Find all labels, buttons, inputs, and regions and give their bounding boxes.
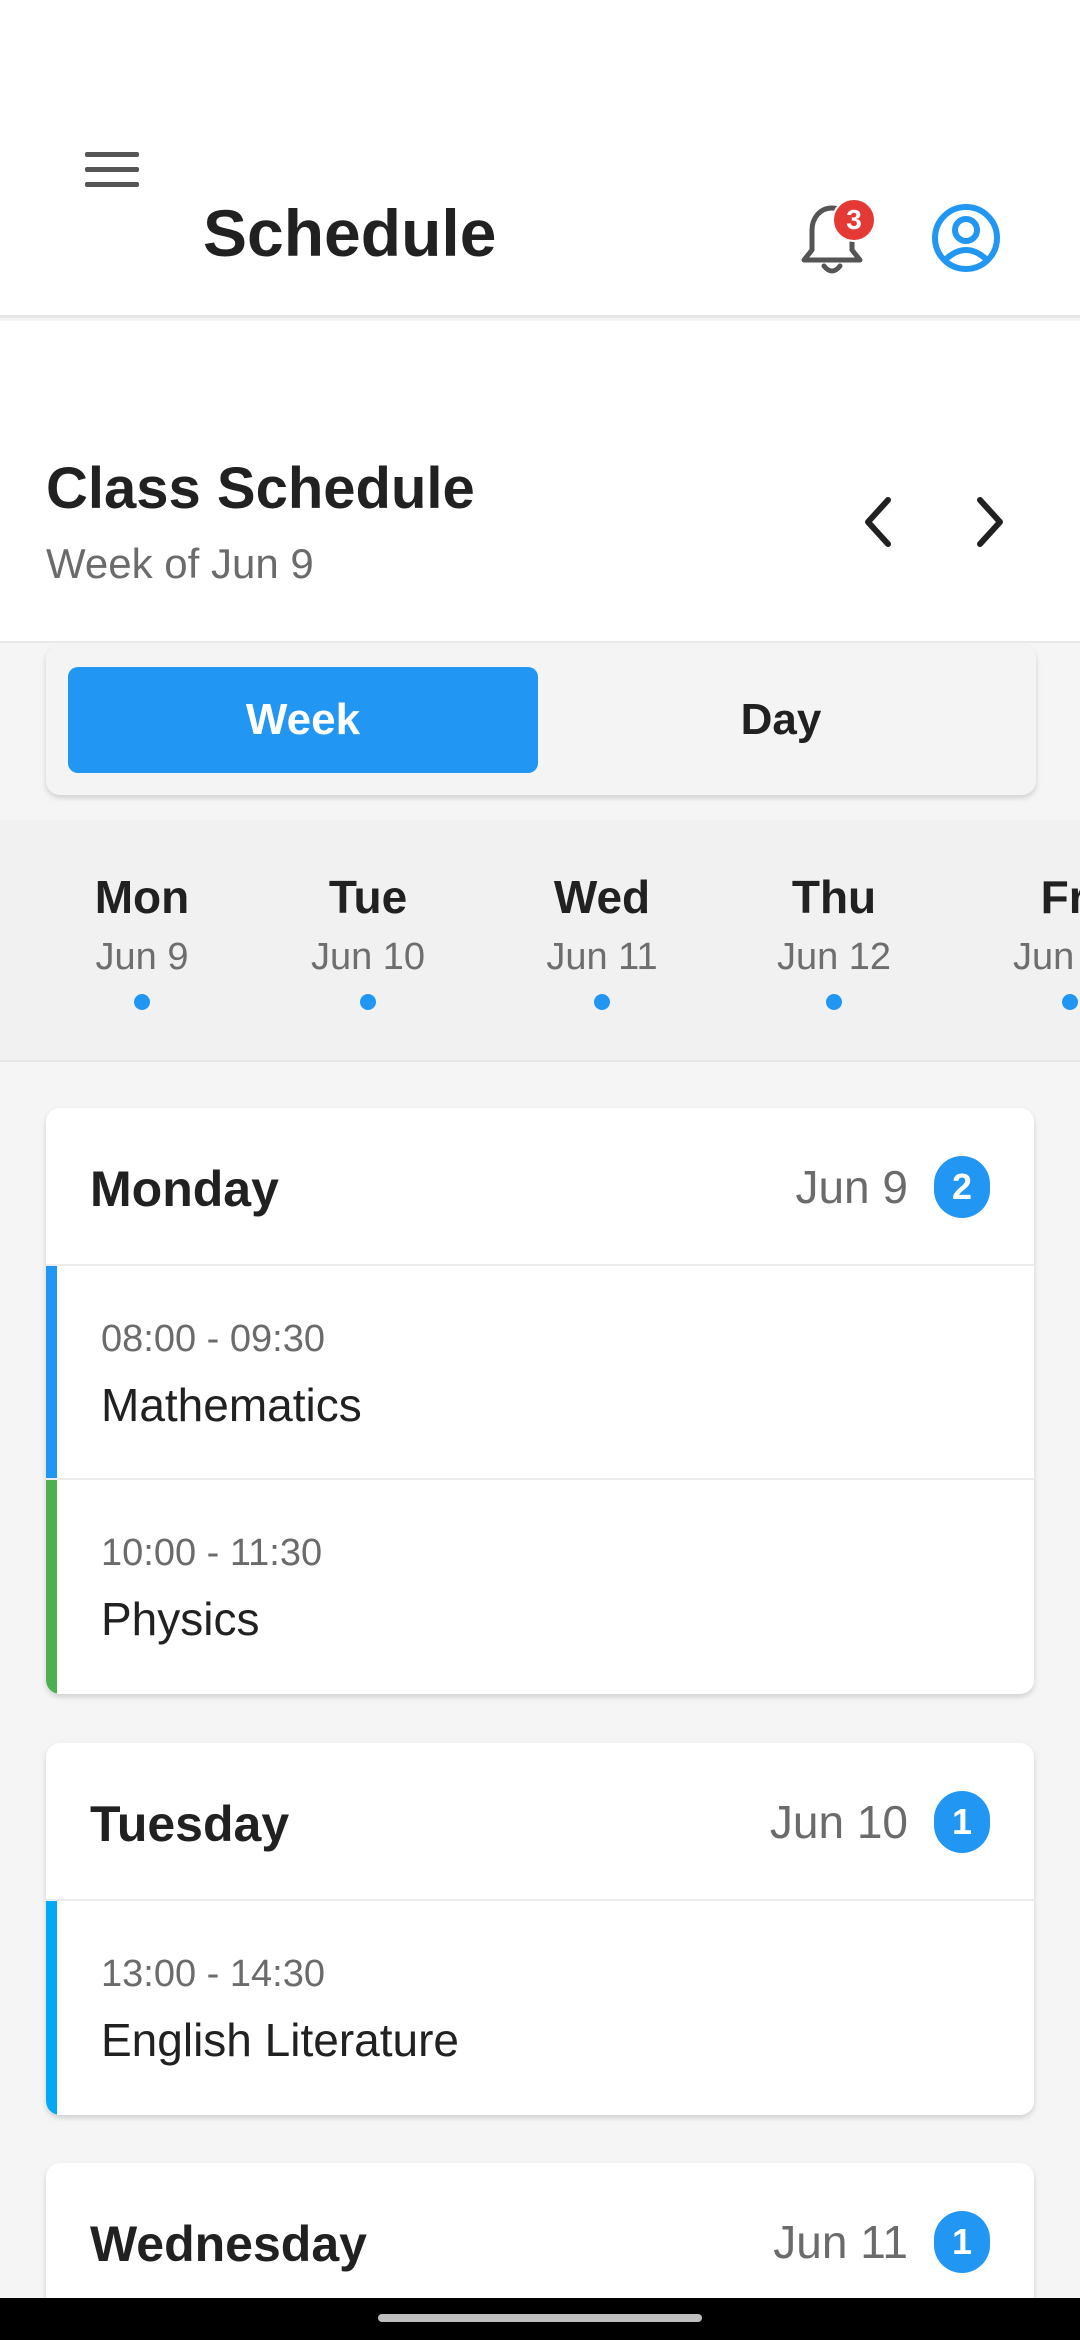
class-count-badge: 1 <box>934 2211 990 2273</box>
day-card-tuesday: Tuesday Jun 10 1 13:00 - 14:30 English L… <box>46 1743 1034 2115</box>
class-color-bar <box>46 1901 57 2115</box>
class-item[interactable]: 10:00 - 11:30 Physics <box>46 1480 1034 1694</box>
class-item[interactable]: 08:00 - 09:30 Mathematics <box>46 1266 1034 1480</box>
chevron-right-icon <box>977 497 1003 547</box>
day-selector-wed[interactable]: Wed Jun 11 <box>512 870 692 1010</box>
view-toggle: Week Day <box>46 645 1036 795</box>
day-date: Jun 10 <box>310 936 426 978</box>
status-bar <box>0 0 1080 78</box>
day-card-title: Monday <box>90 1161 279 1217</box>
class-time: 13:00 - 14:30 <box>101 1953 325 1995</box>
event-indicator-dot <box>134 994 150 1010</box>
day-view-button[interactable]: Day <box>546 667 1016 773</box>
page-title: Schedule <box>203 196 497 270</box>
next-week-button[interactable] <box>962 486 1018 558</box>
class-count-badge: 1 <box>934 1791 990 1853</box>
day-card-wednesday: Wednesday Jun 11 1 <box>46 2163 1034 2298</box>
day-date: Jun 9 <box>95 936 189 978</box>
menu-button[interactable] <box>80 138 144 202</box>
day-name: Mon <box>94 871 190 923</box>
menu-icon <box>85 152 139 187</box>
event-indicator-dot <box>826 994 842 1010</box>
class-name: Physics <box>101 1593 260 1645</box>
day-card-date: Jun 9 <box>795 1161 908 1213</box>
class-item[interactable]: 13:00 - 14:30 English Literature <box>46 1901 1034 2115</box>
class-count-badge: 2 <box>934 1156 990 1218</box>
day-card-title: Wednesday <box>90 2216 367 2272</box>
class-color-bar <box>46 1266 57 1478</box>
app-bar <box>0 78 1080 318</box>
day-name: Fri <box>1040 871 1080 923</box>
day-card-header[interactable]: Tuesday Jun 10 1 <box>46 1743 1034 1901</box>
class-color-bar <box>46 1480 57 1694</box>
class-name: English Literature <box>101 2014 459 2066</box>
day-selector-strip: Mon Jun 9 Tue Jun 10 Wed Jun 11 Thu Jun … <box>0 820 1080 1062</box>
class-time: 10:00 - 11:30 <box>101 1532 323 1574</box>
previous-week-button[interactable] <box>850 486 906 558</box>
week-view-button[interactable]: Week <box>68 667 538 773</box>
day-name: Wed <box>553 871 651 923</box>
day-selector-tue[interactable]: Tue Jun 10 <box>278 870 458 1010</box>
day-selector-thu[interactable]: Thu Jun 12 <box>744 870 924 1010</box>
day-card-title: Tuesday <box>90 1796 290 1852</box>
class-time: 08:00 - 09:30 <box>101 1318 325 1360</box>
home-gesture-handle[interactable] <box>378 2314 702 2322</box>
day-card-date: Jun 10 <box>769 1796 908 1848</box>
day-selector-fri[interactable]: Fri Jun 13 <box>980 870 1080 1010</box>
system-navigation-bar <box>0 2298 1080 2340</box>
day-card-monday: Monday Jun 9 2 08:00 - 09:30 Mathematics… <box>46 1108 1034 1694</box>
profile-button[interactable] <box>930 202 1002 274</box>
day-date: Jun 12 <box>776 936 892 978</box>
day-name: Thu <box>791 871 877 923</box>
day-card-date: Jun 11 <box>773 2216 908 2268</box>
event-indicator-dot <box>1062 994 1078 1010</box>
section-title: Class Schedule <box>46 456 475 521</box>
day-date: Jun 13 <box>1012 936 1080 978</box>
day-name: Tue <box>328 871 408 923</box>
day-date: Jun 11 <box>546 936 658 978</box>
week-subtitle: Week of Jun 9 <box>46 540 314 587</box>
event-indicator-dot <box>594 994 610 1010</box>
day-card-header[interactable]: Monday Jun 9 2 <box>46 1108 1034 1266</box>
day-card-header[interactable]: Wednesday Jun 11 1 <box>46 2163 1034 2298</box>
notification-badge: 3 <box>832 198 876 242</box>
class-name: Mathematics <box>101 1379 362 1431</box>
account-circle-icon <box>932 204 1000 272</box>
chevron-left-icon <box>865 497 891 547</box>
event-indicator-dot <box>360 994 376 1010</box>
day-selector-mon[interactable]: Mon Jun 9 <box>52 870 232 1010</box>
